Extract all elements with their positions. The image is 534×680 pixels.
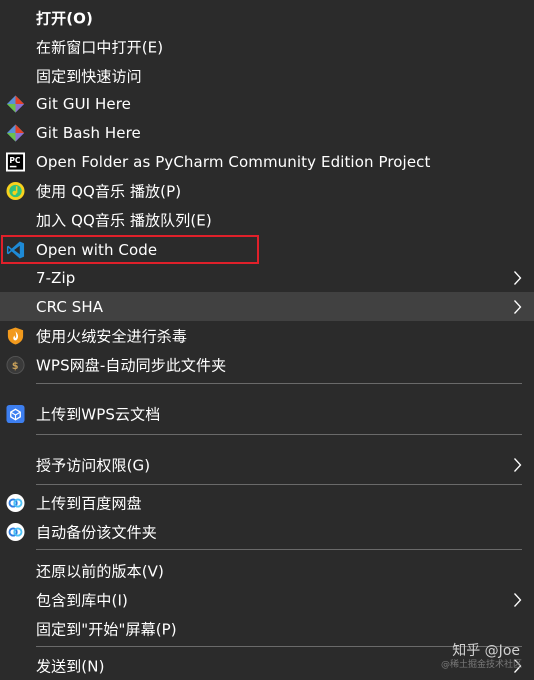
menu-item-label: 使用 QQ音乐 播放(P) [36, 182, 182, 200]
menu-item-7zip[interactable]: 7-Zip [0, 263, 534, 292]
menu-item-huorong-scan[interactable]: 使用火绒安全进行杀毒 [0, 321, 534, 350]
menu-item-label: 自动备份该文件夹 [36, 523, 157, 541]
menu-item-pin-quick-access[interactable]: 固定到快速访问 [0, 61, 534, 90]
git-icon [6, 94, 25, 113]
vscode-icon [6, 240, 25, 259]
chevron-right-icon [514, 457, 522, 472]
wps-drive-icon: $ [6, 355, 25, 374]
menu-item-pin-start[interactable]: 固定到"开始"屏幕(P) [0, 614, 534, 643]
chevron-right-icon [514, 592, 522, 607]
menu-separator [36, 434, 522, 435]
menu-item-label: 7-Zip [36, 268, 76, 287]
menu-item-open-with-code[interactable]: Open with Code [0, 235, 534, 264]
pycharm-icon: PC [6, 152, 25, 171]
menu-item-label: Git GUI Here [36, 94, 132, 113]
svg-text:$: $ [12, 360, 19, 371]
menu-item-wps-sync[interactable]: $ WPS网盘-自动同步此文件夹 [0, 350, 534, 379]
menu-item-include-library[interactable]: 包含到库中(I) [0, 585, 534, 614]
menu-item-label: Open Folder as PyCharm Community Edition… [36, 152, 431, 171]
menu-item-label: Git Bash Here [36, 123, 141, 142]
menu-item-qq-music-queue[interactable]: 加入 QQ音乐 播放队列(E) [0, 205, 534, 234]
menu-item-label: 授予访问权限(G) [36, 456, 151, 474]
menu-item-label: 打开(O) [36, 9, 93, 27]
baidu-netdisk-icon [6, 522, 25, 541]
menu-item-label: 上传到百度网盘 [36, 494, 142, 512]
menu-item-label: 在新窗口中打开(E) [36, 38, 164, 56]
menu-separator [36, 383, 522, 384]
menu-item-label: 固定到"开始"屏幕(P) [36, 620, 177, 638]
menu-item-git-bash[interactable]: Git Bash Here [0, 118, 534, 147]
menu-item-baidu-upload[interactable]: 上传到百度网盘 [0, 488, 534, 517]
chevron-right-icon [514, 299, 522, 314]
menu-item-label: 包含到库中(I) [36, 591, 128, 609]
qq-music-icon [6, 181, 25, 200]
menu-item-label: WPS网盘-自动同步此文件夹 [36, 356, 227, 374]
menu-separator [36, 549, 522, 550]
menu-item-open-new-window[interactable]: 在新窗口中打开(E) [0, 32, 534, 61]
menu-separator [36, 646, 522, 647]
git-icon [6, 123, 25, 142]
baidu-netdisk-icon [6, 493, 25, 512]
huorong-shield-icon [7, 326, 24, 345]
menu-item-pycharm[interactable]: PC Open Folder as PyCharm Community Edit… [0, 147, 534, 176]
watermark-sub: @稀土掘金技术社区 [440, 660, 522, 670]
menu-item-grant-access[interactable]: 授予访问权限(G) [0, 450, 534, 479]
menu-item-label: CRC SHA [36, 297, 104, 316]
menu-item-label: 还原以前的版本(V) [36, 562, 164, 580]
menu-item-wps-cloud-upload[interactable]: 上传到WPS云文档 [0, 399, 534, 428]
menu-item-crc-sha[interactable]: CRC SHA [0, 292, 534, 321]
menu-item-baidu-backup[interactable]: 自动备份该文件夹 [0, 517, 534, 546]
context-menu: 打开(O) 在新窗口中打开(E) 固定到快速访问 Git GUI Here Gi… [0, 0, 534, 675]
menu-item-label: 固定到快速访问 [36, 67, 142, 85]
chevron-right-icon [514, 270, 522, 285]
menu-separator [36, 484, 522, 485]
menu-item-qq-music-play[interactable]: 使用 QQ音乐 播放(P) [0, 176, 534, 205]
menu-item-label: 发送到(N) [36, 657, 105, 675]
menu-item-label: 使用火绒安全进行杀毒 [36, 327, 188, 345]
svg-text:PC: PC [9, 155, 21, 164]
menu-item-label: 上传到WPS云文档 [36, 405, 161, 423]
menu-item-label: 加入 QQ音乐 播放队列(E) [36, 211, 212, 229]
menu-item-restore-versions[interactable]: 还原以前的版本(V) [0, 556, 534, 585]
wps-cloud-icon [6, 404, 25, 423]
menu-item-label: Open with Code [36, 240, 158, 259]
menu-item-open[interactable]: 打开(O) [0, 3, 534, 32]
menu-item-git-gui[interactable]: Git GUI Here [0, 89, 534, 118]
